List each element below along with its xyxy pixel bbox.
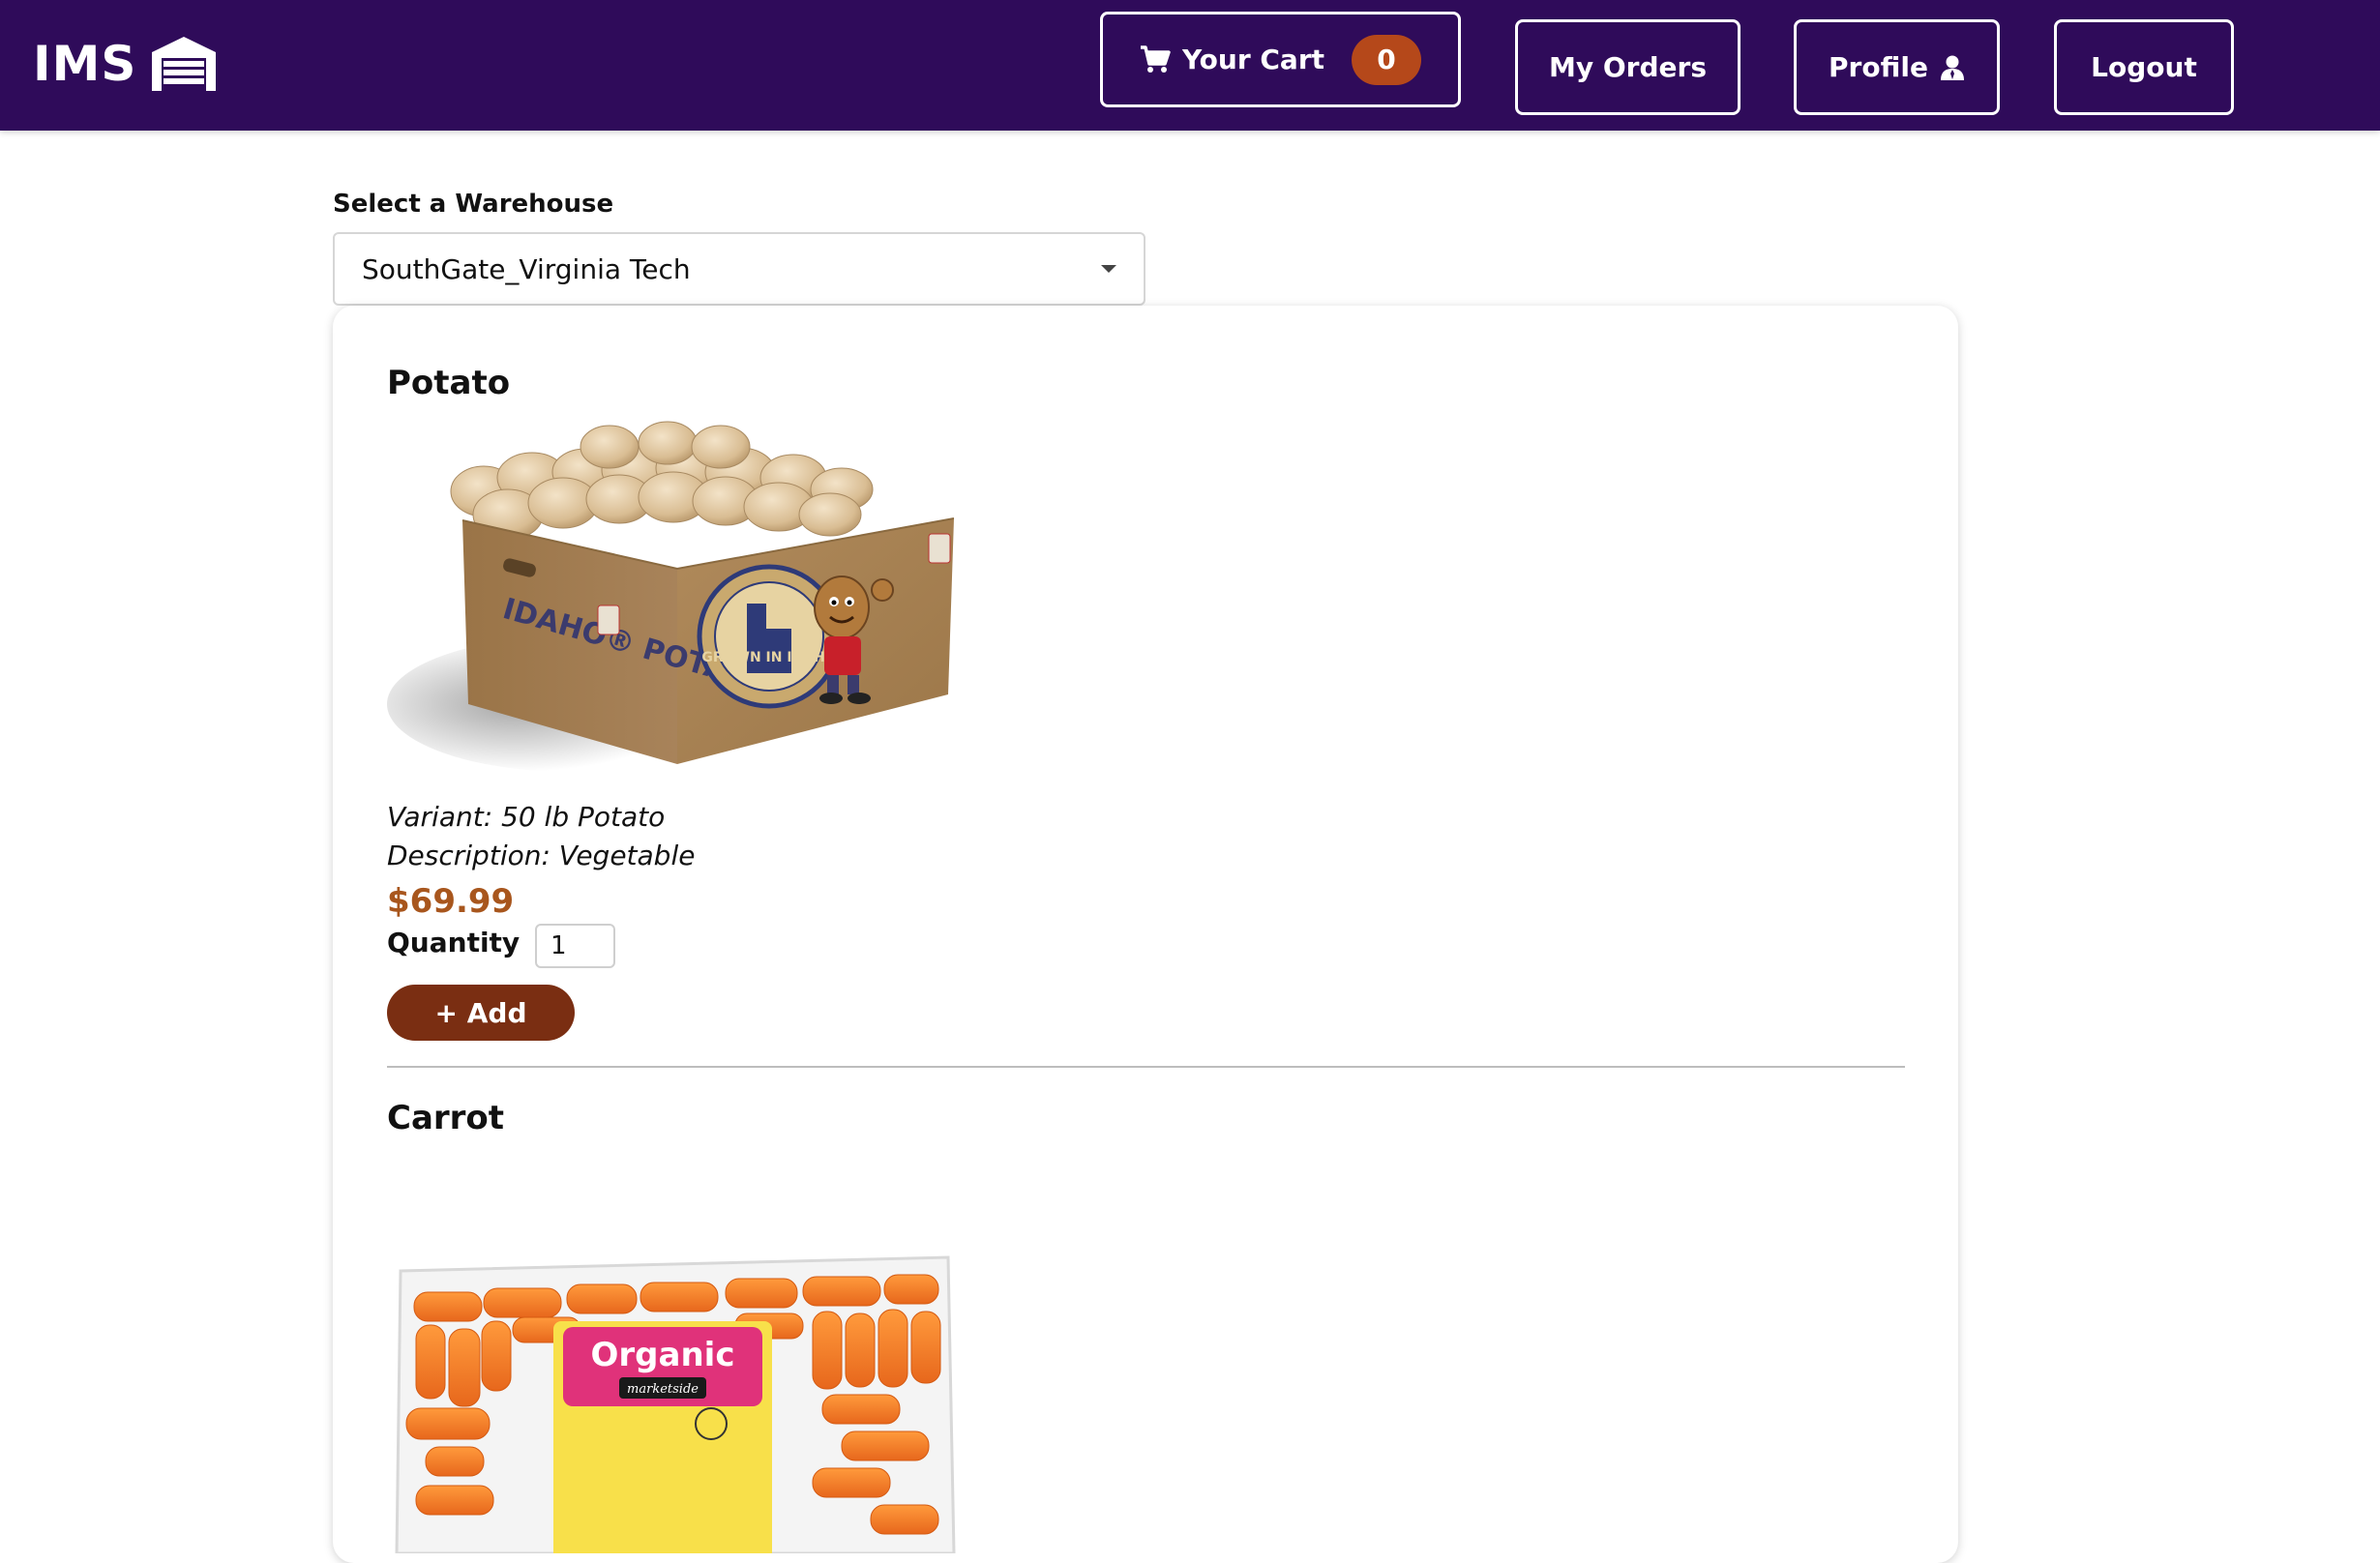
logout-label: Logout (2091, 51, 2197, 83)
product-name: Potato (387, 364, 511, 402)
product-variant: Variant: 50 lb Potato (387, 801, 666, 833)
product-divider (387, 1066, 1905, 1068)
warehouse-selected-value: SouthGate_Virginia Tech (362, 252, 691, 285)
ims-logo[interactable]: IMS (33, 35, 220, 93)
profile-button[interactable]: Profile (1794, 19, 2000, 115)
warehouse-select-label: Select a Warehouse (333, 190, 614, 219)
my-orders-label: My Orders (1549, 51, 1707, 83)
add-to-cart-button[interactable]: + Add (387, 985, 575, 1041)
cart-count-badge: 0 (1352, 34, 1422, 85)
logout-button[interactable]: Logout (2054, 19, 2234, 115)
seal-text: GROWN IN IDAHO (701, 650, 836, 665)
bag-label-text: Organic (591, 1336, 735, 1374)
top-navbar: IMS Your Cart 0 My Orders Profile Logout (0, 0, 2380, 131)
warehouse-icon (148, 35, 220, 93)
quantity-label: Quantity (387, 927, 521, 958)
carrot-bag-image: Organic marketside (387, 1224, 964, 1553)
product-name: Carrot (387, 1099, 505, 1137)
cart-icon (1140, 44, 1171, 74)
potato-box-image: IDAHO® POTATOES GROWN IN IDAHO (387, 414, 964, 797)
my-orders-button[interactable]: My Orders (1515, 19, 1740, 115)
product-description: Description: Vegetable (387, 840, 696, 871)
profile-label: Profile (1829, 51, 1928, 83)
cart-button[interactable]: Your Cart 0 (1100, 12, 1461, 107)
cart-label: Your Cart (1181, 44, 1325, 75)
user-icon (1940, 54, 1965, 81)
logo-text: IMS (33, 36, 137, 92)
product-price: $69.99 (387, 882, 515, 921)
warehouse-select[interactable]: SouthGate_Virginia Tech (333, 232, 1145, 306)
quantity-input[interactable] (535, 924, 615, 968)
dropdown-arrow-icon (1101, 265, 1116, 273)
bag-brand-text: marketside (627, 1382, 699, 1397)
product-list-card: Potato IDAHO® POTATOES GROWN IN IDAHO Va… (333, 306, 1958, 1563)
